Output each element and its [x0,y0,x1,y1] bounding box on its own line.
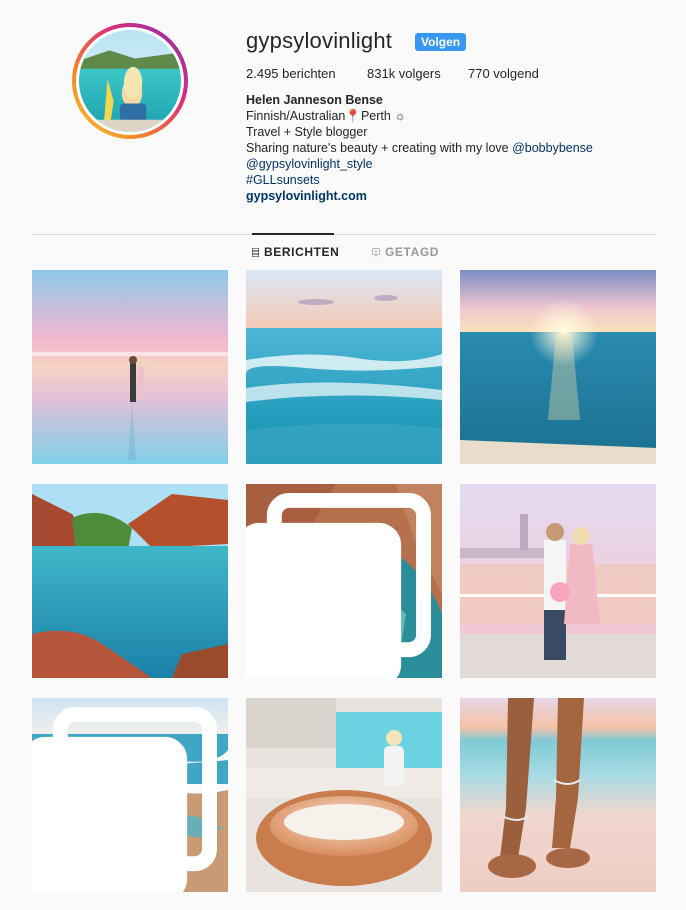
profile-full-name: Helen Janneson Bense [246,93,383,107]
profile-avatar-ring[interactable] [72,23,188,139]
bio-line-occupation: Travel + Style blogger [246,125,368,139]
follow-button[interactable]: Volgen [415,33,467,51]
bio-mention-link[interactable]: @bobbybense [512,141,593,155]
post-image [32,484,228,678]
tag-icon [372,247,380,257]
bio-sharing-text: Sharing nature's beauty + creating with … [246,141,513,155]
profile-username: gypsylovinlight [246,28,393,53]
post-tile[interactable] [246,484,442,678]
bio-hashtag-link[interactable]: #GLLsunsets [246,172,593,188]
sun-icon: ☼ [394,109,406,123]
bio-line-origin: Finnish/Australian📍Perth ☼ [246,108,593,124]
active-tab-indicator [252,233,334,235]
tab-posts-label: BERICHTEN [264,245,340,259]
tab-tagged[interactable]: GETAGD [372,245,439,259]
post-image [246,270,442,464]
bio-city: Perth [360,109,391,123]
following-count[interactable]: 770 volgend [468,66,539,82]
grid-icon [252,247,259,257]
avatar-image [79,30,181,132]
bio-website-link[interactable]: gypsylovinlight.com [246,188,593,204]
post-image [246,698,442,892]
tabs-divider [32,234,656,235]
post-tile[interactable] [460,484,656,678]
post-tile[interactable] [460,698,656,892]
post-image [460,484,656,678]
followers-count[interactable]: 831k volgers [367,66,441,82]
bio-origin-text: Finnish/Australian [246,109,346,123]
bio-line-sharing: Sharing nature's beauty + creating with … [246,140,593,156]
profile-avatar[interactable] [76,27,184,135]
post-image [460,270,656,464]
pin-icon: 📍 [345,109,361,123]
post-image [32,270,228,464]
post-tile[interactable] [460,270,656,464]
post-tile[interactable] [246,270,442,464]
posts-count: 2.495 berichten [246,66,336,81]
tab-posts[interactable]: BERICHTEN [252,245,339,259]
post-tile[interactable] [246,698,442,892]
carousel-icon [246,493,431,678]
post-tile[interactable] [32,484,228,678]
post-image [460,698,656,892]
carousel-icon [32,707,217,892]
post-tile[interactable] [32,698,228,892]
post-tile[interactable] [32,270,228,464]
profile-bio: Helen Janneson Bense Finnish/Australian📍… [246,92,593,204]
tab-tagged-label: GETAGD [385,245,440,259]
bio-style-account-link[interactable]: @gypsylovinlight_style [246,156,593,172]
